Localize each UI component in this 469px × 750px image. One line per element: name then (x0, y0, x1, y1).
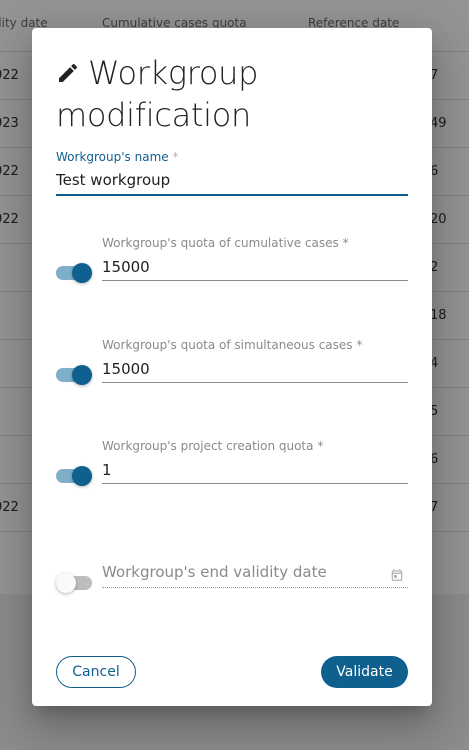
pencil-icon (56, 53, 80, 82)
project-quota-field[interactable]: Workgroup's project creation quota * 1 (102, 439, 408, 484)
title-line-1: Workgroup (88, 54, 259, 92)
project-quota-row: Workgroup's project creation quota * 1 (56, 439, 408, 499)
simultaneous-quota-toggle[interactable] (56, 365, 92, 385)
simultaneous-quota-input[interactable]: 15000 (102, 358, 408, 380)
workgroup-name-input[interactable]: Test workgroup (56, 168, 408, 192)
workgroup-modification-dialog: Workgroup modification Workgroup's name … (32, 28, 432, 706)
project-quota-label: Workgroup's project creation quota * (102, 439, 324, 453)
cumulative-quota-label: Workgroup's quota of cumulative cases * (102, 236, 349, 250)
workgroup-name-field[interactable]: Workgroup's name * Test workgroup (56, 150, 408, 196)
cumulative-quota-toggle[interactable] (56, 263, 92, 283)
field-underline (56, 194, 408, 196)
simultaneous-quota-row: Workgroup's quota of simultaneous cases … (56, 338, 408, 398)
cumulative-quota-input[interactable]: 15000 (102, 256, 408, 278)
workgroup-name-label: Workgroup's name * (56, 150, 179, 164)
calendar-icon[interactable] (390, 567, 404, 581)
simultaneous-quota-label: Workgroup's quota of simultaneous cases … (102, 338, 363, 352)
project-quota-input[interactable]: 1 (102, 459, 408, 481)
simultaneous-quota-field[interactable]: Workgroup's quota of simultaneous cases … (102, 338, 408, 383)
end-date-field[interactable]: Workgroup's end validity date (102, 561, 408, 588)
end-date-placeholder: Workgroup's end validity date (102, 563, 327, 581)
end-date-toggle[interactable] (56, 573, 92, 593)
cumulative-quota-row: Workgroup's quota of cumulative cases * … (56, 236, 408, 296)
cancel-button[interactable]: Cancel (56, 656, 136, 688)
cumulative-quota-field[interactable]: Workgroup's quota of cumulative cases * … (102, 236, 408, 281)
dialog-title: Workgroup modification (56, 52, 408, 136)
project-quota-toggle[interactable] (56, 466, 92, 486)
title-line-2: modification (56, 96, 252, 134)
validate-button[interactable]: Validate (321, 656, 408, 688)
